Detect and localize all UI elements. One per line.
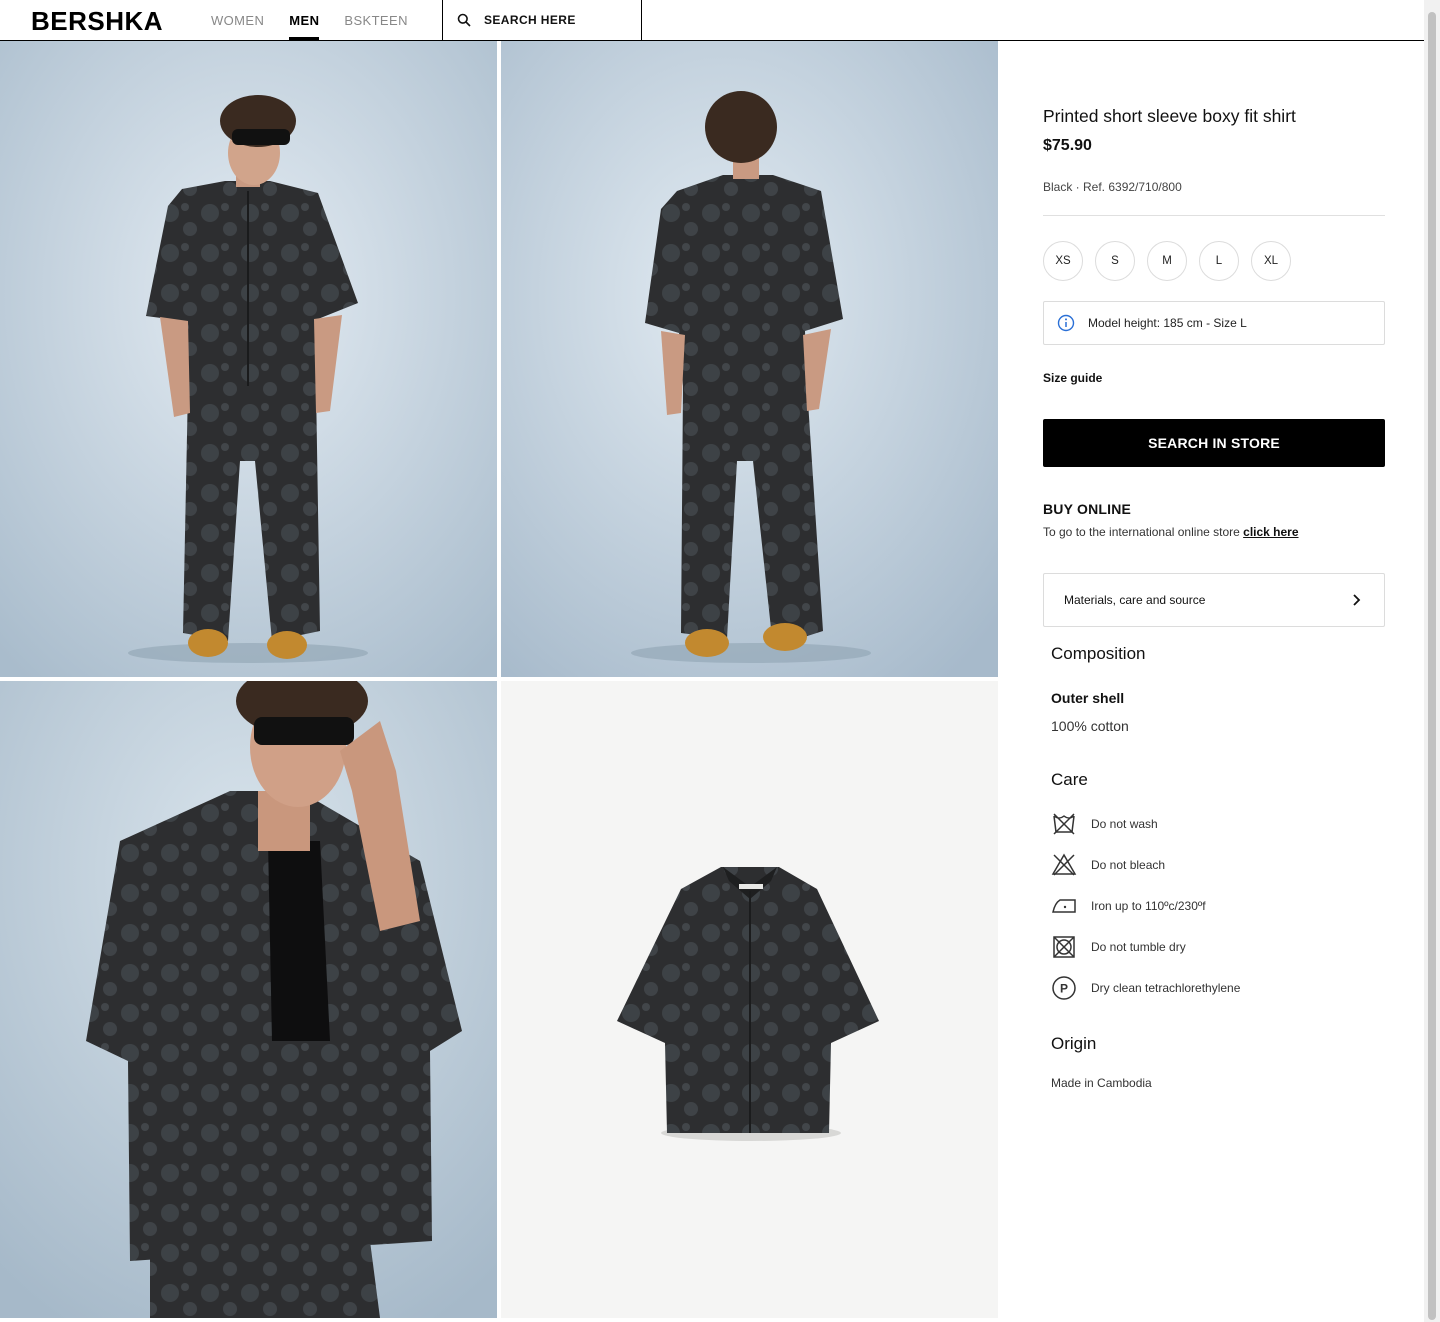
care-item-label: Do not tumble dry	[1091, 940, 1186, 954]
product-color-ref: Black · Ref. 6392/710/800	[1043, 180, 1182, 194]
svg-text:P: P	[1060, 982, 1068, 996]
brand-logo[interactable]: BERSHKA	[31, 6, 163, 37]
click-here-link[interactable]: click here	[1243, 525, 1298, 539]
product-photo-front[interactable]	[0, 41, 497, 677]
materials-label: Materials, care and source	[1064, 593, 1206, 607]
divider	[1043, 215, 1385, 216]
model-info-text: Model height: 185 cm - Size L	[1088, 316, 1247, 330]
buy-online-description: To go to the international online store	[1043, 525, 1244, 539]
materials-care-source-button[interactable]: Materials, care and source	[1043, 573, 1385, 627]
search-icon	[457, 13, 471, 27]
care-item: Do not bleach	[1051, 852, 1165, 878]
care-item-label: Iron up to 110ºc/230ºf	[1091, 899, 1206, 913]
product-price: $75.90	[1043, 137, 1092, 154]
iron-icon	[1052, 899, 1076, 913]
size-option-m[interactable]: M	[1147, 241, 1187, 281]
care-item: Do not tumble dry	[1051, 934, 1186, 960]
buy-online-title: BUY ONLINE	[1043, 501, 1132, 517]
composition-title: Composition	[1051, 644, 1146, 663]
care-title: Care	[1051, 770, 1088, 789]
search-in-store-button[interactable]: SEARCH IN STORE	[1043, 419, 1385, 467]
composition-value: 100% cotton	[1051, 718, 1129, 734]
size-option-xs[interactable]: XS	[1043, 241, 1083, 281]
care-item: Iron up to 110ºc/230ºf	[1051, 893, 1206, 919]
nav-women[interactable]: WOMEN	[211, 0, 264, 40]
care-item-label: Do not bleach	[1091, 858, 1166, 872]
do-not-wash-icon	[1053, 813, 1075, 835]
buy-online-text: To go to the international online store …	[1043, 525, 1299, 539]
site-header: BERSHKA WOMEN MEN BSKTEEN SEARCH HERE	[0, 0, 1424, 41]
size-option-l[interactable]: L	[1199, 241, 1239, 281]
scrollbar-thumb[interactable]	[1428, 12, 1436, 1320]
do-not-bleach-icon	[1051, 853, 1077, 876]
origin-value: Made in Cambodia	[1051, 1076, 1152, 1090]
dry-clean-p-icon: P	[1052, 976, 1076, 1000]
size-selector: XS S M L XL	[1043, 241, 1291, 281]
composition-part: Outer shell	[1051, 690, 1125, 706]
chevron-right-icon	[1353, 594, 1361, 606]
size-guide-link[interactable]: Size guide	[1043, 371, 1102, 385]
info-icon	[1057, 314, 1075, 332]
product-photo-back[interactable]	[501, 41, 998, 677]
care-item-label: Dry clean tetrachlorethylene	[1091, 981, 1241, 995]
care-item: P Dry clean tetrachlorethylene	[1051, 975, 1240, 1001]
size-option-s[interactable]: S	[1095, 241, 1135, 281]
search-input[interactable]: SEARCH HERE	[442, 0, 642, 40]
origin-title: Origin	[1051, 1034, 1097, 1053]
model-info-box: Model height: 185 cm - Size L	[1043, 301, 1385, 345]
size-option-xl[interactable]: XL	[1251, 241, 1291, 281]
product-title: Printed short sleeve boxy fit shirt	[1043, 106, 1296, 126]
main-nav: WOMEN MEN BSKTEEN	[211, 0, 433, 40]
nav-men[interactable]: MEN	[289, 0, 320, 40]
product-gallery	[0, 41, 998, 1322]
care-item: Do not wash	[1051, 811, 1158, 837]
care-item-label: Do not wash	[1091, 817, 1158, 831]
product-photo-closeup[interactable]	[0, 681, 497, 1318]
nav-bskteen[interactable]: BSKTEEN	[344, 0, 407, 40]
product-photo-flatlay[interactable]	[501, 681, 998, 1318]
do-not-tumble-dry-icon	[1053, 936, 1075, 958]
search-placeholder: SEARCH HERE	[484, 13, 576, 27]
